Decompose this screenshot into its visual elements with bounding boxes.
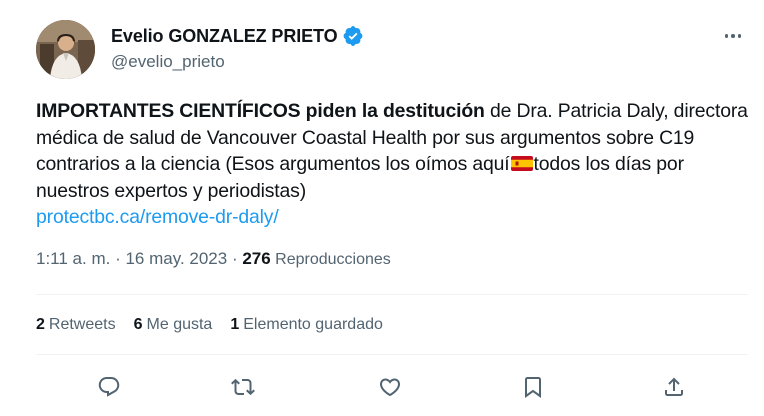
- reply-button[interactable]: [95, 373, 123, 401]
- retweets-label: Retweets: [48, 316, 116, 333]
- spain-flag-icon: [510, 156, 533, 171]
- like-icon: [379, 378, 401, 397]
- share-icon: [665, 377, 683, 396]
- reply-icon: [98, 377, 120, 397]
- tweet-time[interactable]: 1:11 a. m.: [36, 249, 110, 268]
- share-button[interactable]: [660, 373, 688, 401]
- dot: [737, 34, 742, 38]
- verified-badge-icon: [342, 25, 364, 47]
- bookmark-button[interactable]: [519, 373, 547, 401]
- tweet-bold-text: IMPORTANTES CIENTÍFICOS piden la destitu…: [36, 100, 485, 122]
- tweet-link[interactable]: protectbc.ca/remove-dr-daly/: [36, 206, 279, 228]
- meta-separator: ·: [227, 249, 243, 268]
- bookmarks-count: 1: [230, 316, 240, 333]
- tweet-date[interactable]: 16 may. 2023: [125, 249, 227, 268]
- tweet-text: IMPORTANTES CIENTÍFICOS piden la destitu…: [36, 98, 748, 231]
- retweets-count: 2: [36, 316, 45, 333]
- user-avatar-photo: [36, 20, 95, 79]
- likes-label: Me gusta: [146, 316, 213, 333]
- author-name[interactable]: Evelio GONZALEZ PRIETO: [111, 26, 338, 47]
- meta-separator: ·: [110, 249, 126, 268]
- bookmarks-stat[interactable]: 1 Elemento guardado: [230, 316, 383, 334]
- bookmarks-label: Elemento guardado: [243, 316, 383, 333]
- more-options-icon[interactable]: [722, 26, 744, 46]
- avatar[interactable]: [36, 20, 95, 79]
- likes-count: 6: [133, 316, 143, 333]
- views-count: 276: [242, 249, 271, 268]
- divider: [36, 354, 748, 355]
- author-handle[interactable]: @evelio_prieto: [111, 52, 225, 72]
- divider: [36, 294, 748, 295]
- dot: [724, 34, 729, 38]
- retweet-button[interactable]: [229, 373, 257, 401]
- like-button[interactable]: [376, 373, 404, 401]
- views-label: Reproducciones: [270, 251, 391, 268]
- tweet-stats: 2 Retweets 6 Me gusta 1 Elemento guardad…: [36, 316, 401, 334]
- retweet-icon: [231, 378, 255, 396]
- retweets-stat[interactable]: 2 Retweets: [36, 316, 116, 334]
- tweet-meta: 1:11 a. m. · 16 may. 2023 · 276 Reproduc…: [36, 249, 391, 269]
- action-bar: [0, 373, 764, 401]
- dot: [731, 34, 735, 38]
- likes-stat[interactable]: 6 Me gusta: [134, 316, 213, 334]
- bookmark-icon: [525, 377, 541, 398]
